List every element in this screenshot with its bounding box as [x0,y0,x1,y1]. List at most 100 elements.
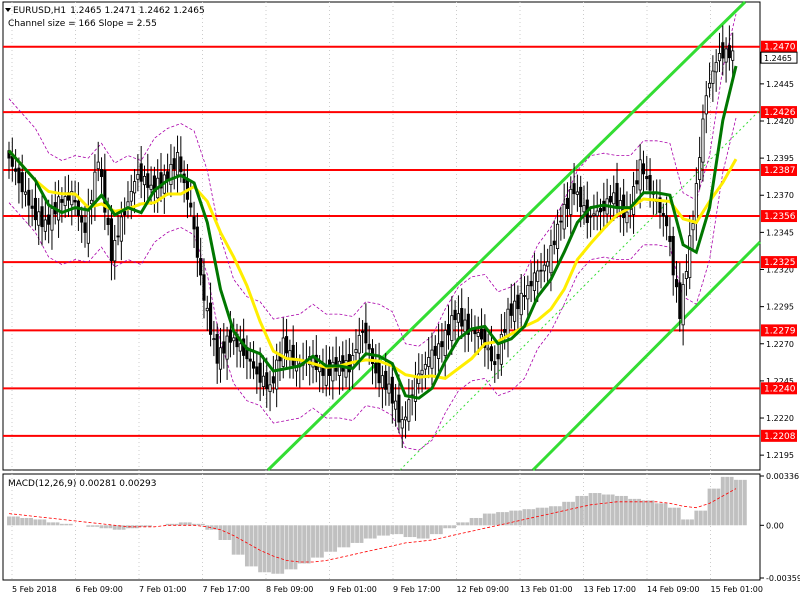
candle-body [166,171,170,180]
candle-body [509,303,513,316]
candle-body [149,184,153,190]
candle-body [40,206,44,228]
candle-body [397,394,401,423]
candle-body [450,315,454,341]
candle-body [714,61,718,73]
price-tick-label: 1.2445 [766,80,794,89]
candle-body [354,349,358,354]
candle-body [463,319,467,333]
candle-body [496,353,500,360]
candle-body [189,202,193,208]
candle-body [106,217,110,225]
price-tick-label: 1.2270 [766,340,794,349]
time-tick-label: 12 Feb 09:00 [457,585,509,594]
candle-body [212,338,216,341]
candle-body [635,180,639,185]
candle-body [232,337,236,342]
candle-body [668,235,672,242]
candle-body [546,261,550,267]
candle-body [612,192,616,205]
candle-body [704,95,708,115]
candle-body [724,48,728,63]
candle-body [542,264,546,272]
candle-body [337,360,342,376]
candle-body [258,362,262,383]
time-tick-label: 9 Feb 01:00 [330,585,377,594]
candle-body [367,343,371,350]
candle-body [248,358,252,362]
time-tick-label: 9 Feb 17:00 [393,585,440,594]
candle-body [285,336,289,354]
candle-body [271,376,275,384]
candle-body [572,183,576,195]
candle-body [698,157,702,180]
level-tag-label: 1.2387 [764,166,796,176]
candle-body [711,70,715,84]
candle-body [708,82,712,89]
candle-body [519,292,523,316]
candle-body [175,152,180,176]
candle-body [579,186,583,208]
symbol-text: EURUSD,H1 [13,6,66,16]
candle-body [99,169,104,177]
candle-body [218,347,223,370]
candle-body [681,284,685,326]
candle-body [96,161,100,170]
candle-body [430,349,434,369]
candle-body [665,215,669,227]
candle-body [721,42,725,59]
candle-body [380,375,384,389]
candle-body [529,280,533,287]
candle-body [57,196,61,221]
candle-body [17,167,21,184]
time-tick-label: 15 Feb 01:00 [711,585,763,594]
candle-body [169,163,173,185]
candle-body [394,400,398,410]
channel-info: Channel size = 166 Slope = 2.55 [8,19,157,29]
candle-body [513,300,517,322]
chart-canvas: 1.24451.24201.23951.23701.23451.23201.22… [0,0,800,600]
price-tick-label: 1.2420 [766,117,794,126]
candle-body [549,245,553,274]
candle-body [195,226,199,258]
candle-body [632,186,636,215]
candle-body [215,334,219,364]
price-tick-label: 1.2195 [766,451,794,460]
candle-body [86,207,90,244]
candle-body [142,175,147,186]
candle-body [361,330,365,333]
candle-body [552,240,556,246]
time-tick-label: 13 Feb 01:00 [520,585,572,594]
candle-body [73,199,77,203]
candle-body [129,190,133,202]
candle-body [291,344,295,366]
candle-body [172,158,176,170]
candle-body [420,369,424,375]
candle-body [688,235,692,278]
macd-label: MACD(12,26,9) 0.00281 0.00293 [8,479,157,489]
candle-body [30,205,34,209]
current-price-label: 1.2465 [764,54,792,63]
candle-body [701,118,705,163]
level-tag-label: 1.2426 [764,108,796,118]
candle-body [37,211,41,226]
candle-body [661,213,665,217]
candle-body [50,208,54,231]
candle-body [516,294,520,310]
candle-body [123,211,127,216]
candle-body [694,183,698,223]
candle-body [255,366,259,375]
candle-body [645,175,649,180]
candle-body [598,208,603,213]
candle-body [562,203,566,230]
candle-body [228,329,232,343]
candle-body [671,236,675,276]
candle-body [133,181,137,194]
level-tag-label: 1.2325 [764,258,796,268]
candle-body [486,347,490,351]
candle-body [456,313,460,323]
candle-body [113,240,117,262]
candle-body [225,335,229,360]
candle-body [199,258,203,276]
candle-body [318,366,322,373]
